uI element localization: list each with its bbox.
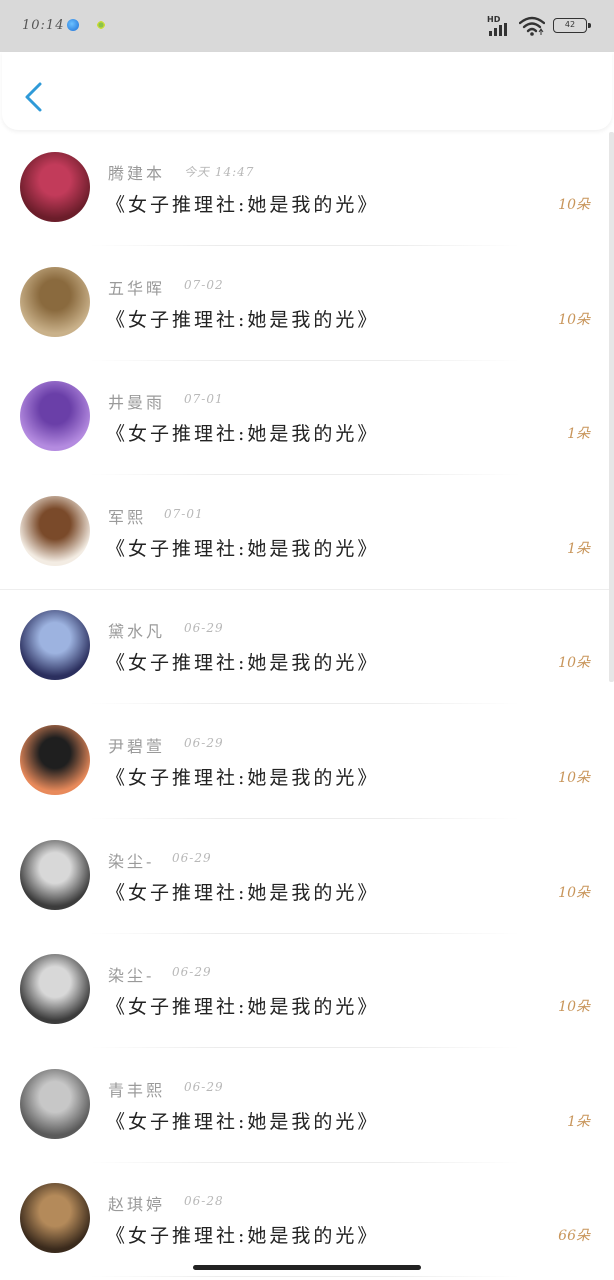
wifi-icon — [519, 16, 545, 36]
avatar[interactable] — [20, 1068, 90, 1139]
flower-count: 10朵 — [558, 769, 590, 786]
list-item[interactable]: 军熙 07-01 《女子推理社:她是我的光》 1朵 — [0, 476, 614, 591]
flower-count: 10朵 — [558, 884, 590, 901]
list-item[interactable]: 腾建本 今天 14:47 《女子推理社:她是我的光》 10朵 — [0, 132, 614, 247]
signal-icon — [489, 23, 511, 36]
user-name: 赵琪婷 — [108, 1195, 166, 1215]
status-bar: 10:14 HD 42 — [0, 0, 614, 52]
flower-count: 10朵 — [558, 655, 590, 672]
avatar[interactable] — [20, 152, 90, 222]
book-title[interactable]: 《女子推理社:她是我的光》 — [106, 534, 379, 561]
gift-date: 06-29 — [172, 965, 212, 980]
book-title[interactable]: 《女子推理社:她是我的光》 — [106, 763, 379, 790]
flower-count: 1朵 — [567, 426, 590, 443]
gift-date: 06-29 — [184, 735, 224, 750]
user-name: 井曼雨 — [108, 393, 166, 413]
user-name: 尹碧萱 — [108, 736, 166, 756]
settings-app-icon — [95, 19, 107, 31]
flower-count: 10朵 — [558, 197, 590, 213]
avatar[interactable] — [20, 839, 90, 910]
home-indicator[interactable] — [193, 1265, 421, 1270]
book-title[interactable]: 《女子推理社:她是我的光》 — [106, 648, 379, 675]
scrollbar[interactable] — [609, 132, 614, 682]
user-name: 五华晖 — [108, 278, 166, 298]
gift-date: 07-02 — [184, 277, 224, 292]
list-item[interactable]: 青丰熙 06-29 《女子推理社:她是我的光》 1朵 — [0, 1049, 614, 1164]
browser-app-icon — [67, 19, 79, 31]
user-name: 染尘- — [108, 851, 155, 871]
book-title[interactable]: 《女子推理社:她是我的光》 — [106, 992, 379, 1019]
status-time: 10:14 — [22, 18, 65, 33]
user-name: 染尘- — [108, 966, 155, 986]
flower-count: 1朵 — [567, 540, 590, 557]
book-title[interactable]: 《女子推理社:她是我的光》 — [106, 1107, 379, 1134]
avatar[interactable] — [20, 954, 90, 1025]
gift-date: 今天 14:47 — [184, 165, 255, 179]
list-item[interactable]: 染尘- 06-29 《女子推理社:她是我的光》 10朵 — [0, 934, 614, 1049]
book-title[interactable]: 《女子推理社:她是我的光》 — [106, 190, 379, 217]
user-name: 军熙 — [108, 507, 147, 527]
avatar[interactable] — [20, 610, 90, 681]
flower-count: 10朵 — [558, 999, 590, 1016]
battery-icon: 42 — [553, 18, 591, 33]
user-name: 黛水凡 — [108, 622, 166, 642]
avatar[interactable] — [20, 724, 90, 795]
book-title[interactable]: 《女子推理社:她是我的光》 — [106, 1221, 379, 1248]
divider — [90, 1276, 520, 1278]
flower-count: 1朵 — [567, 1113, 590, 1130]
gift-record-list: 腾建本 今天 14:47 《女子推理社:她是我的光》 10朵 五华晖 07-02 《女子推理… — [0, 132, 614, 1278]
user-name: 腾建本 — [108, 164, 166, 183]
avatar[interactable] — [20, 495, 90, 566]
user-name: 青丰熙 — [108, 1080, 166, 1100]
header-bar — [2, 52, 612, 130]
book-title[interactable]: 《女子推理社:她是我的光》 — [106, 419, 379, 446]
back-icon[interactable] — [20, 80, 50, 114]
list-item[interactable]: 染尘- 06-29 《女子推理社:她是我的光》 10朵 — [0, 820, 614, 935]
gift-date: 06-29 — [184, 1079, 224, 1094]
list-item[interactable]: 井曼雨 07-01 《女子推理社:她是我的光》 1朵 — [0, 361, 614, 476]
avatar[interactable] — [20, 266, 90, 337]
gift-date: 06-29 — [172, 850, 212, 865]
list-item[interactable]: 赵琪婷 06-28 《女子推理社:她是我的光》 66朵 — [0, 1163, 614, 1278]
book-title[interactable]: 《女子推理社:她是我的光》 — [106, 878, 379, 905]
gift-date: 06-28 — [184, 1194, 224, 1209]
list-item[interactable]: 黛水凡 06-29 《女子推理社:她是我的光》 10朵 — [0, 590, 614, 705]
gift-date: 07-01 — [164, 506, 204, 521]
flower-count: 66朵 — [558, 1228, 590, 1245]
battery-level: 42 — [564, 20, 576, 29]
avatar[interactable] — [20, 381, 90, 452]
avatar[interactable] — [20, 1183, 90, 1254]
gift-date: 07-01 — [184, 392, 224, 407]
list-item[interactable]: 五华晖 07-02 《女子推理社:她是我的光》 10朵 — [0, 247, 614, 362]
book-title[interactable]: 《女子推理社:她是我的光》 — [106, 305, 379, 332]
flower-count: 10朵 — [558, 311, 590, 328]
list-item[interactable]: 尹碧萱 06-29 《女子推理社:她是我的光》 10朵 — [0, 705, 614, 820]
gift-date: 06-29 — [184, 621, 224, 636]
